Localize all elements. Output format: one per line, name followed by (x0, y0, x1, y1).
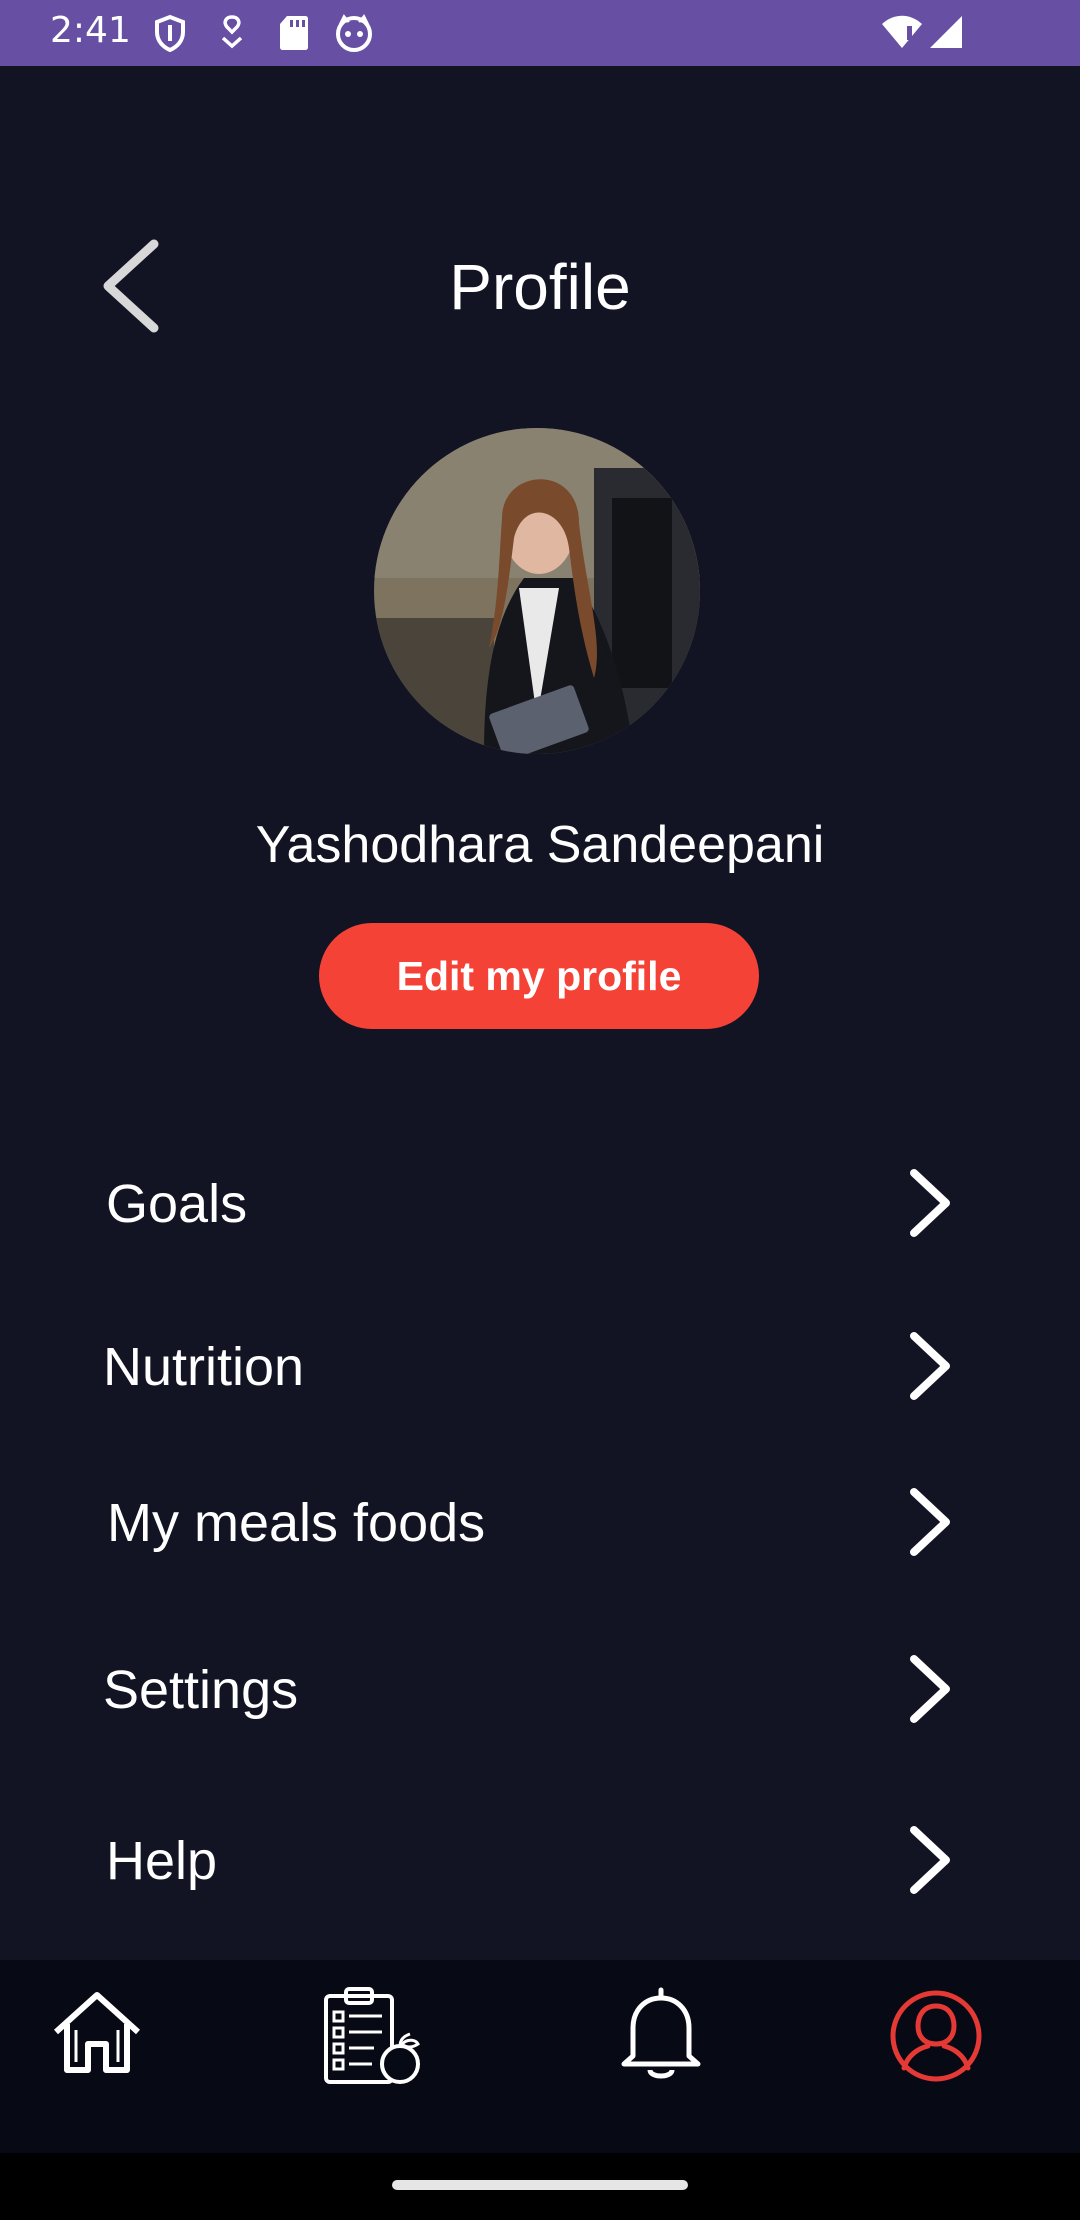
profile-photo (374, 428, 700, 754)
chevron-right-icon (910, 1488, 950, 1556)
cell-signal-icon (930, 16, 962, 48)
chevron-right-icon (910, 1169, 950, 1237)
menu-item-label: Goals (106, 1174, 248, 1234)
menu-item-label: Help (106, 1831, 218, 1891)
edit-profile-button[interactable]: Edit my profile (319, 923, 759, 1029)
chevron-right-icon (910, 1655, 950, 1723)
avatar[interactable] (374, 428, 700, 754)
location-drop-icon (221, 15, 243, 49)
status-bar: 2:41 (0, 0, 1080, 66)
user-name: Yashodhara Sandeepani (255, 816, 825, 874)
menu-item-settings[interactable]: Settings (0, 1629, 1080, 1749)
home-icon[interactable] (50, 1990, 144, 2076)
menu-item-nutrition[interactable]: Nutrition (0, 1306, 1080, 1426)
shield-icon (155, 14, 185, 52)
menu-item-my-meals-foods[interactable]: My meals foods (0, 1462, 1080, 1582)
meal-plan-icon[interactable] (322, 1986, 424, 2086)
wifi-alert-icon (882, 15, 922, 48)
menu-item-label: Settings (103, 1660, 299, 1720)
chevron-right-icon (910, 1332, 950, 1400)
bottom-nav (0, 1960, 1080, 2153)
menu-item-label: My meals foods (107, 1493, 486, 1553)
menu-item-label: Nutrition (103, 1337, 305, 1397)
chevron-right-icon (910, 1826, 950, 1894)
menu-item-goals[interactable]: Goals (0, 1143, 1080, 1263)
sd-card-icon (280, 16, 308, 50)
cat-face-icon (336, 14, 372, 52)
home-indicator[interactable] (392, 2180, 688, 2190)
profile-icon[interactable] (888, 1988, 984, 2084)
bell-icon[interactable] (618, 1984, 704, 2084)
page-title: Profile (449, 251, 631, 323)
menu-item-help[interactable]: Help (0, 1800, 1080, 1920)
status-time: 2:41 (50, 10, 131, 51)
